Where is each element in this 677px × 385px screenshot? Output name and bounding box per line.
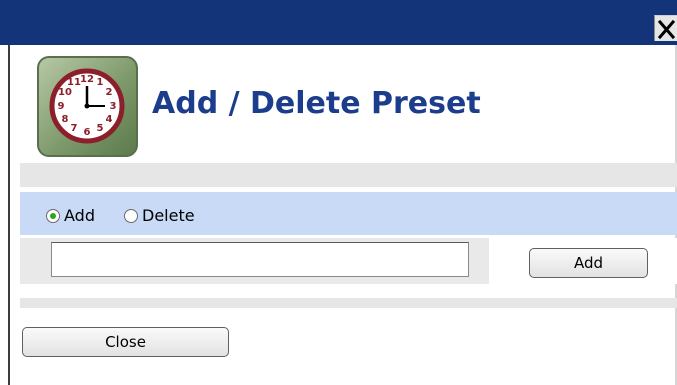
svg-text:5: 5 <box>97 123 104 134</box>
add-button[interactable]: Add <box>529 248 648 278</box>
close-icon <box>657 19 676 40</box>
svg-text:11: 11 <box>67 77 81 88</box>
radio-button-unchecked[interactable] <box>124 208 138 223</box>
svg-text:12: 12 <box>80 74 94 85</box>
close-button[interactable]: Close <box>22 327 229 357</box>
page-title: Add / Delete Preset <box>152 86 481 121</box>
svg-text:6: 6 <box>84 127 91 138</box>
title-bar <box>0 0 677 45</box>
mode-selector-row <box>20 192 677 235</box>
radio-delete-label: Delete <box>142 206 195 225</box>
separator-bar <box>20 163 677 187</box>
window-frame-left <box>8 45 10 385</box>
window-close-button[interactable] <box>654 15 677 41</box>
svg-text:3: 3 <box>110 101 117 112</box>
svg-text:1: 1 <box>97 77 104 88</box>
radio-add-label: Add <box>64 206 95 225</box>
clock-icon: 12 1 2 3 4 5 6 7 8 9 10 11 <box>37 56 138 157</box>
radio-add[interactable]: Add <box>46 206 95 225</box>
separator-bar-bottom <box>20 298 677 308</box>
svg-text:8: 8 <box>62 114 69 125</box>
svg-text:2: 2 <box>106 87 113 98</box>
clock-face-graphic: 12 1 2 3 4 5 6 7 8 9 10 11 <box>49 68 125 144</box>
svg-text:10: 10 <box>58 87 72 98</box>
radio-delete[interactable]: Delete <box>124 206 195 225</box>
radio-button-checked[interactable] <box>46 208 60 223</box>
svg-text:7: 7 <box>71 123 78 134</box>
svg-text:4: 4 <box>106 114 113 125</box>
svg-text:9: 9 <box>58 101 65 112</box>
preset-name-input[interactable] <box>51 242 469 277</box>
